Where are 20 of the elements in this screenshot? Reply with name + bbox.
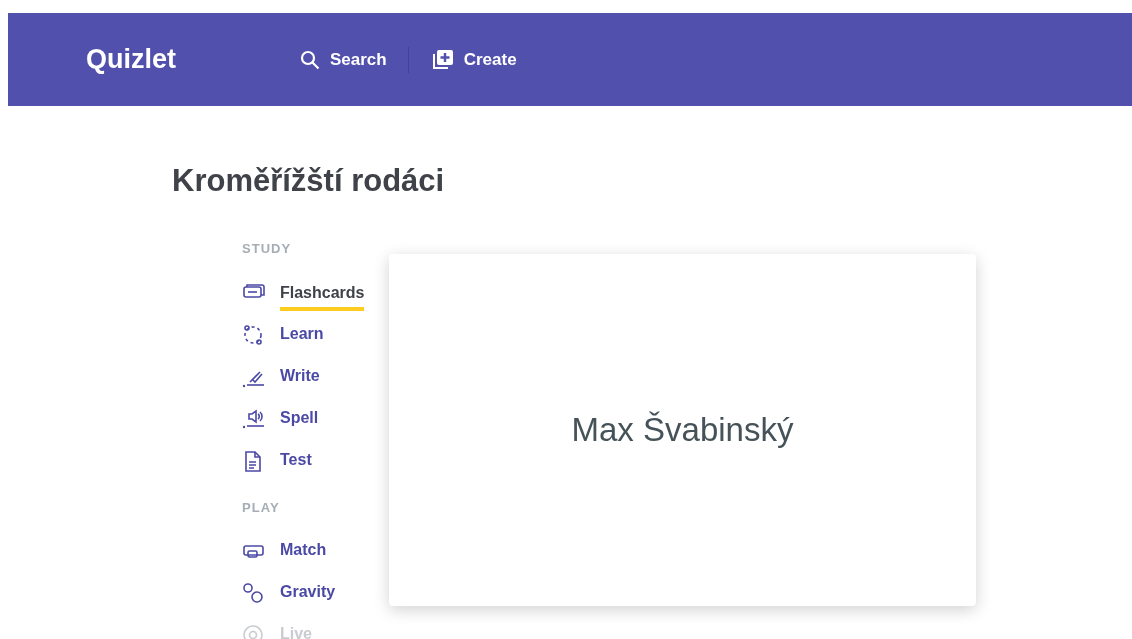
target-icon	[242, 623, 266, 639]
speaker-icon	[242, 408, 266, 430]
card-term: Max Švabinský	[571, 409, 794, 450]
section-heading: STUDY	[242, 239, 293, 258]
study-mode-link[interactable]: Match	[242, 529, 389, 572]
section-heading: PLAY	[242, 499, 281, 517]
study-mode-link[interactable]: Spell	[242, 398, 389, 440]
create-link[interactable]: Create	[429, 46, 517, 73]
study-mode-link[interactable]: Write	[242, 356, 389, 398]
search-icon	[300, 49, 320, 70]
flashcard[interactable]: Max Švabinský	[389, 253, 976, 606]
study-mode-link[interactable]: Flashcards	[242, 272, 389, 314]
set-title: Kroměřížští rodáci	[172, 162, 446, 200]
planets-icon	[242, 581, 266, 604]
add-stack-icon	[431, 49, 454, 70]
logo[interactable]: Quizlet	[86, 39, 300, 80]
study-mode-link[interactable]: Learn	[242, 314, 389, 356]
study-mode-link[interactable]: Gravity	[242, 571, 389, 614]
study-mode-link[interactable]: Test	[242, 440, 389, 482]
search-link[interactable]: Search	[300, 46, 387, 73]
